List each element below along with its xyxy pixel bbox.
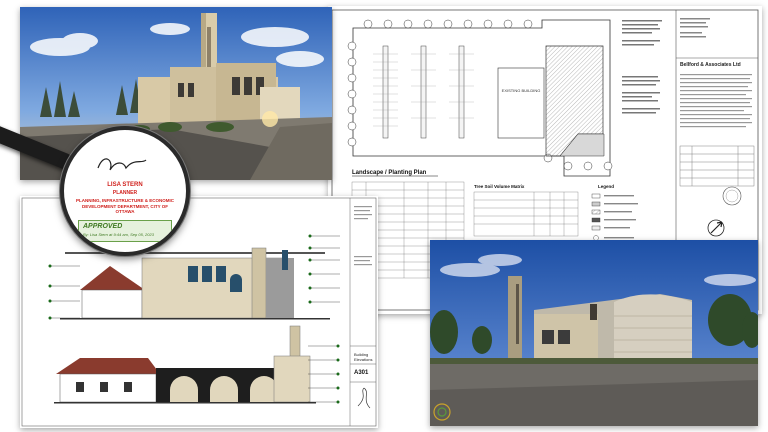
approver-name: LISA STERN: [107, 182, 143, 188]
plan-title: Landscape / Planting Plan: [352, 170, 427, 176]
approver-role: PLANNER: [112, 190, 138, 196]
mosque-street-view-image: [430, 240, 758, 426]
existing-building-label: EXISTING BUILDING: [502, 88, 541, 93]
legend-title: Legend: [598, 184, 614, 189]
approval-stamp: APPROVED By: Lisa Stern at 9:44 am, Sep …: [78, 220, 172, 242]
magnifier-lens: LISA STERN PLANNER PLANNING, INFRASTRUCT…: [60, 126, 190, 256]
soil-matrix-title: Tree Soil Volume Matrix: [474, 184, 525, 189]
sheet-title: Building Elevations: [354, 352, 373, 362]
approval-stamp-line: By: Lisa Stern at 9:44 am, Sep 05, 2023: [83, 232, 154, 237]
exterior-rendering-street: [430, 240, 758, 426]
sheet-number: A301: [354, 370, 369, 376]
approval-stamp-title: APPROVED: [83, 223, 123, 230]
approver-department: PLANNING, INFRASTRUCTURE & ECONOMIC DEVE…: [76, 198, 174, 214]
firm-name: Bellford & Associates Ltd: [680, 62, 741, 68]
